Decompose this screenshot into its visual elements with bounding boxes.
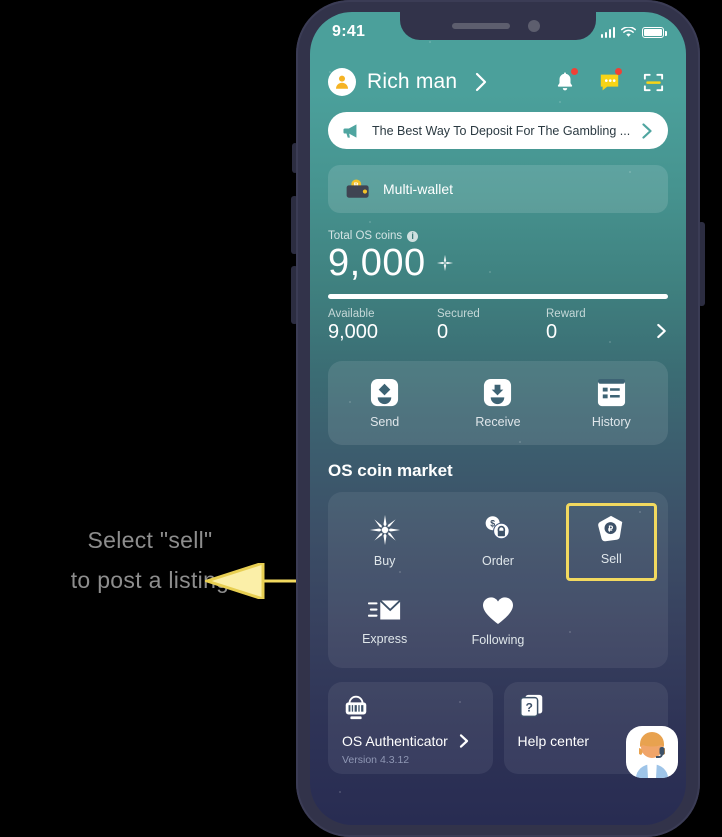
- announcement-banner[interactable]: The Best Way To Deposit For The Gambling…: [328, 112, 668, 149]
- notch: [400, 12, 596, 40]
- chevron-right-icon[interactable]: [640, 122, 654, 140]
- balance-stats: Available 9,000 Secured 0 Reward 0: [328, 308, 668, 344]
- stat-label: Available: [328, 308, 375, 320]
- chevron-right-icon[interactable]: [458, 733, 470, 749]
- history-icon: [597, 378, 625, 407]
- info-icon[interactable]: i: [407, 230, 419, 242]
- bell-icon[interactable]: [550, 67, 580, 97]
- user-avatar-icon: [336, 75, 348, 89]
- market-grid: Buy $ Order ₽ Sell Express Following: [328, 492, 668, 668]
- stat-reward: Reward 0: [546, 308, 655, 344]
- order-coins-icon: $: [486, 516, 511, 540]
- chat-icon[interactable]: [594, 67, 624, 97]
- sparkle-icon: [436, 254, 453, 272]
- action-label: Receive: [475, 415, 521, 429]
- multi-wallet-label: Multi-wallet: [383, 181, 454, 197]
- app-header: Rich man: [328, 52, 668, 112]
- action-label: History: [591, 415, 631, 429]
- help-title: Help center: [517, 733, 590, 749]
- action-send[interactable]: Send: [328, 377, 441, 429]
- earpiece-speaker: [452, 23, 510, 29]
- balance-progress-bar: [328, 294, 668, 299]
- annotation-line-1: Select "sell": [87, 527, 213, 553]
- status-icons: [600, 26, 667, 38]
- market-item-order[interactable]: $ Order: [441, 505, 554, 573]
- sell-highlight-box: [565, 503, 657, 581]
- balance-amount: 9,000: [328, 242, 426, 284]
- mute-switch-button[interactable]: [292, 143, 298, 173]
- authenticator-row: OS Authenticator: [342, 733, 479, 749]
- phone-device: 9:41 Rich man The Best Way To Deposit Fo…: [291, 0, 705, 837]
- action-label: Send: [370, 415, 400, 429]
- battery-full-icon: [642, 26, 667, 38]
- market-item-label: Express: [362, 632, 408, 646]
- megaphone-icon: [343, 123, 357, 138]
- market-item-empty: [555, 587, 668, 652]
- balance-detail-chevron[interactable]: [655, 322, 668, 344]
- balance-caption-label: Total OS coins: [328, 230, 403, 242]
- buy-burst-icon: [369, 514, 400, 546]
- stat-label: Reward: [546, 308, 586, 320]
- wifi-icon: [621, 26, 636, 37]
- market-section-title: OS coin market: [328, 461, 453, 480]
- action-history[interactable]: History: [555, 377, 668, 429]
- market-item-following[interactable]: Following: [441, 587, 554, 652]
- express-mail-icon: [367, 599, 401, 620]
- stat-label: Secured: [437, 308, 480, 320]
- receive-icon: [484, 378, 512, 407]
- market-row-1: Buy $ Order ₽ Sell: [328, 503, 668, 581]
- announcement-text: The Best Way To Deposit For The Gambling…: [372, 123, 631, 138]
- chevron-right-icon[interactable]: [473, 71, 489, 93]
- wallet-coin-icon: B: [346, 179, 369, 198]
- chat-badge: [615, 68, 622, 75]
- balance-caption: Total OS coins i: [328, 230, 668, 242]
- app-content: Rich man The Best Way To Deposit For The…: [310, 52, 686, 825]
- multi-wallet-card[interactable]: B Multi-wallet: [328, 165, 668, 213]
- support-agent-avatar-icon[interactable]: [626, 726, 678, 778]
- heart-icon: [482, 597, 513, 624]
- username-label: Rich man: [367, 70, 458, 93]
- stat-value: 9,000: [328, 321, 379, 343]
- stat-secured: Secured 0: [437, 308, 546, 344]
- action-receive[interactable]: Receive: [441, 377, 554, 429]
- signal-bars-icon: [600, 26, 615, 38]
- scan-icon[interactable]: [638, 67, 668, 97]
- balance-amount-row: 9,000: [328, 244, 668, 282]
- stat-value: 0: [437, 321, 449, 343]
- market-item-label: Order: [482, 554, 514, 568]
- version-label: Version 4.3.12: [342, 754, 410, 766]
- front-camera-icon: [528, 20, 540, 32]
- volume-up-button[interactable]: [291, 196, 298, 254]
- wallet-actions-card: Send Receive History: [328, 361, 668, 445]
- market-row-2: Express Following: [328, 587, 668, 652]
- question-doc-icon: ?: [519, 694, 542, 718]
- market-item-express[interactable]: Express: [328, 587, 441, 652]
- market-item-buy[interactable]: Buy: [328, 505, 441, 573]
- authenticator-title: OS Authenticator: [342, 733, 448, 749]
- chevron-right-icon: [657, 323, 666, 339]
- help-center-card[interactable]: ? Help center: [503, 682, 678, 778]
- svg-text:?: ?: [525, 701, 532, 715]
- avatar[interactable]: [328, 68, 356, 96]
- market-item-sell[interactable]: ₽ Sell: [555, 503, 668, 581]
- status-clock: 9:41: [332, 23, 366, 40]
- bottom-cards: OS Authenticator Version 4.3.12 ? Help c…: [328, 682, 678, 778]
- send-icon: [371, 378, 399, 407]
- stat-available: Available 9,000: [328, 308, 437, 344]
- authenticator-icon: [345, 695, 367, 720]
- stat-value: 0: [546, 321, 558, 343]
- volume-down-button[interactable]: [291, 266, 298, 324]
- bell-badge: [571, 68, 578, 75]
- balance-section: Total OS coins i 9,000 Available 9,000 S…: [328, 230, 668, 344]
- power-button[interactable]: [698, 222, 705, 306]
- phone-screen: 9:41 Rich man The Best Way To Deposit Fo…: [310, 12, 686, 825]
- market-item-label: Following: [471, 633, 525, 647]
- os-authenticator-card[interactable]: OS Authenticator Version 4.3.12: [328, 682, 493, 774]
- market-item-label: Buy: [373, 554, 396, 568]
